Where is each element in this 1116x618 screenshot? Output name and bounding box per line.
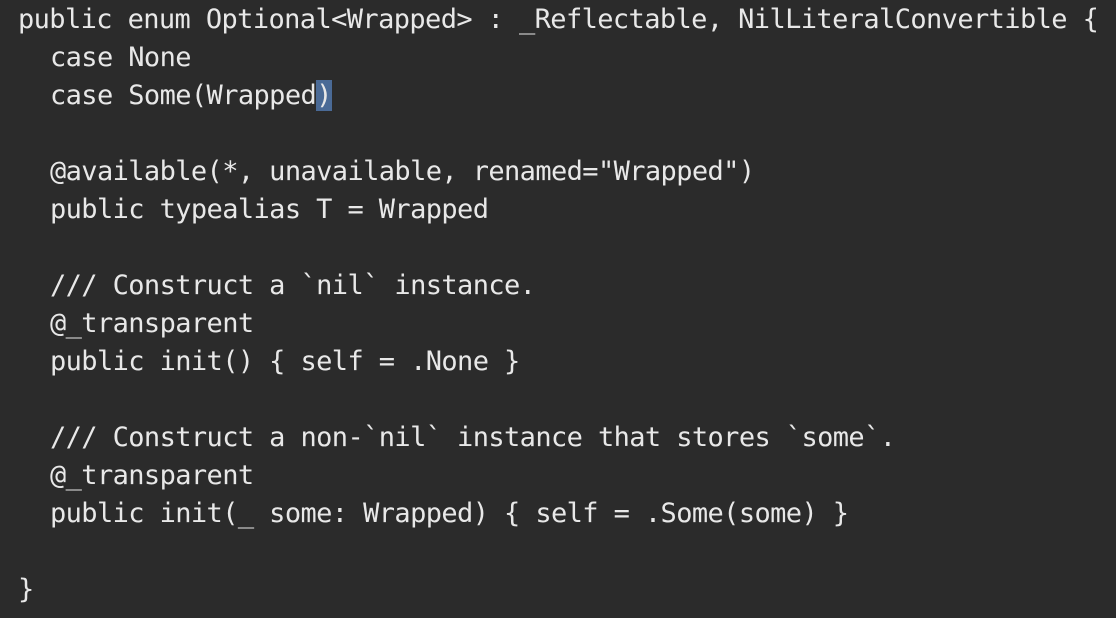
code-line-6: public typealias T = Wrapped xyxy=(50,194,489,225)
code-line-12: /// Construct a non-`nil` instance that … xyxy=(50,422,896,453)
selected-bracket[interactable]: ) xyxy=(316,80,332,111)
code-line-14: public init(_ some: Wrapped) { self = .S… xyxy=(50,498,849,529)
code-line-3-text: case Some(Wrapped xyxy=(50,80,317,111)
code-line-13: @_transparent xyxy=(50,460,254,491)
code-line-8: /// Construct a `nil` instance. xyxy=(50,270,536,301)
code-line-9: @_transparent xyxy=(50,308,254,339)
code-line-10: public init() { self = .None } xyxy=(50,346,520,377)
code-line-3: case Some(Wrapped) xyxy=(0,77,1116,115)
code-line-16: } xyxy=(18,574,34,605)
code-line-1: public enum Optional<Wrapped> : _Reflect… xyxy=(18,4,1099,35)
code-line-5: @available(*, unavailable, renamed="Wrap… xyxy=(50,156,755,187)
code-line-2: case None xyxy=(50,42,192,73)
code-editor[interactable]: public enum Optional<Wrapped> : _Reflect… xyxy=(0,0,1116,618)
